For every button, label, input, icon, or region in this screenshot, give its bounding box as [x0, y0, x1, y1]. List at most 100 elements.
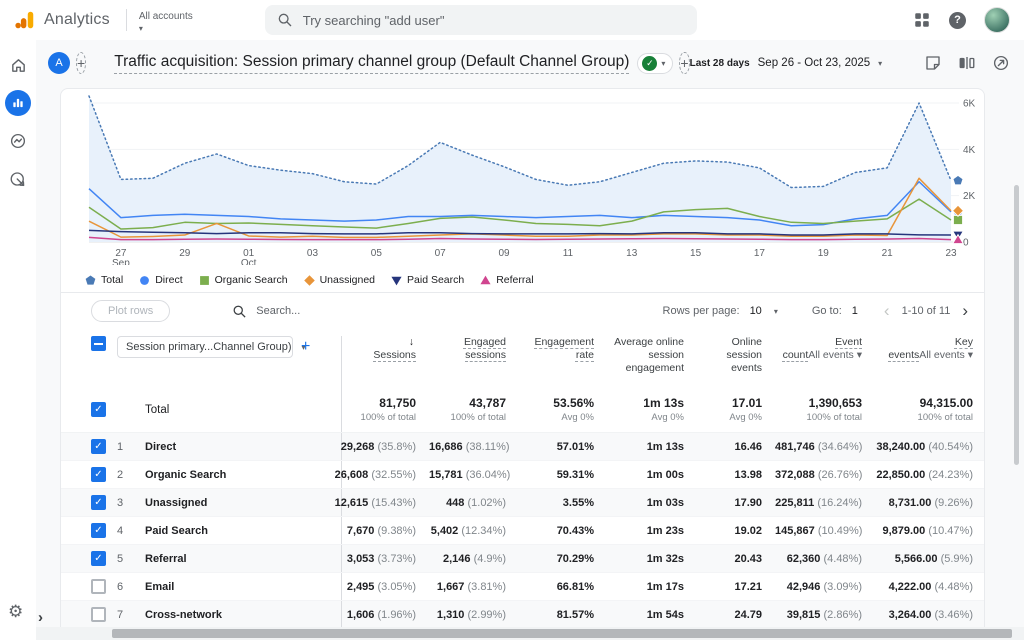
channel-label: Cross-network [145, 609, 341, 621]
metric-cell: 3,264.00 (3.46%) [875, 609, 985, 621]
horizontal-scrollbar-thumb[interactable] [112, 629, 1012, 638]
total-cell: 1,390,653100% of total [775, 396, 875, 423]
column-header-engagement-rate[interactable]: Engagement rate [519, 336, 607, 362]
row-index: 7 [117, 609, 145, 621]
sessions-trend-chart[interactable]: 02K4K6K27Sep2901Oct030507091113151719212… [67, 95, 979, 265]
legend-item-organic-search[interactable]: Organic Search [199, 274, 288, 286]
insights-icon[interactable] [992, 54, 1010, 72]
select-all-checkbox[interactable] [91, 336, 106, 351]
rows-per-page-select[interactable]: 10 [750, 305, 762, 317]
column-filter-select[interactable]: All events ▾ [808, 349, 862, 361]
svg-text:4K: 4K [963, 145, 976, 156]
legend-item-direct[interactable]: Direct [139, 274, 182, 286]
legend-item-total[interactable]: Total [85, 274, 123, 286]
legend-item-referral[interactable]: Referral [480, 274, 533, 286]
metric-value: 2,146 [443, 553, 471, 565]
metric-value: 3.55% [563, 497, 594, 509]
vertical-scrollbar[interactable] [1014, 185, 1019, 465]
search-placeholder: Try searching "add user" [303, 13, 445, 28]
svg-text:23: 23 [945, 248, 957, 259]
metric-percent: (24.23%) [925, 469, 973, 481]
nav-home-icon[interactable] [5, 52, 31, 78]
add-comparison-button[interactable]: + [679, 52, 689, 74]
total-row-checkbox[interactable]: ✓ [91, 402, 106, 417]
previous-page-icon[interactable]: ‹ [882, 301, 892, 321]
report-status-control[interactable]: ✓ ▾ [637, 53, 673, 74]
metric-cell: 481,746 (34.64%) [775, 441, 875, 453]
metric-cell: 5,402 (12.34%) [429, 525, 519, 537]
column-header-sessions[interactable]: ↓Sessions [341, 336, 429, 387]
metric-percent: (9.38%) [374, 525, 416, 537]
table-search-input[interactable]: Search... [232, 304, 300, 319]
nav-explore-icon[interactable] [5, 128, 31, 154]
metric-value: 17.21 [734, 581, 762, 593]
metric-percent: (5.9%) [938, 553, 973, 565]
column-header-label: Online session events [726, 336, 762, 374]
table-row-unassigned: ✓3Unassigned12,615 (15.43%)448 (1.02%)3.… [61, 489, 984, 517]
metric-cell: 1,667 (3.81%) [429, 581, 519, 593]
chevron-down-icon: ▾ [774, 307, 778, 316]
account-picker[interactable]: All accounts ▾ [139, 7, 193, 34]
apps-grid-icon[interactable] [913, 11, 931, 29]
column-header-engaged-sessions[interactable]: Engaged sessions [429, 336, 519, 362]
row-checkbox[interactable]: ✓ [91, 439, 106, 454]
metric-value: 13.98 [734, 469, 762, 481]
metric-percent: (3.46%) [931, 609, 973, 621]
nav-reports-icon[interactable] [5, 90, 31, 116]
chevron-down-icon: ▾ [878, 59, 882, 68]
channel-label: Organic Search [145, 469, 341, 481]
plot-rows-button[interactable]: Plot rows [91, 300, 170, 322]
add-workspace-button[interactable]: + [76, 52, 86, 74]
row-checkbox[interactable] [91, 579, 106, 594]
legend-item-unassigned[interactable]: Unassigned [304, 274, 375, 286]
report-title[interactable]: Traffic acquisition: Session primary cha… [114, 53, 629, 74]
admin-gear-icon[interactable]: ⚙ [8, 602, 23, 622]
row-checkbox[interactable]: ✓ [91, 467, 106, 482]
row-checkbox[interactable]: ✓ [91, 523, 106, 538]
rows-per-page-label: Rows per page: [663, 305, 740, 317]
total-cell: 94,315.00100% of total [875, 396, 985, 423]
top-app-bar: Analytics All accounts ▾ Try searching "… [0, 0, 1024, 40]
horizontal-scrollbar-track[interactable] [36, 627, 1024, 640]
metric-cell: 15,781 (36.04%) [429, 469, 519, 481]
row-checkbox[interactable]: ✓ [91, 551, 106, 566]
add-dimension-button[interactable]: + [301, 338, 310, 356]
go-to-input[interactable]: 1 [852, 305, 858, 317]
date-range-picker[interactable]: Sep 26 - Oct 23, 2025 [758, 57, 871, 69]
total-cell: 43,787100% of total [429, 396, 519, 423]
metric-value: 1,310 [437, 609, 465, 621]
metric-value: 42,946 [787, 581, 821, 593]
column-header-average-online-session-engagement[interactable]: Average online session engagement [607, 336, 697, 375]
row-checkbox[interactable]: ✓ [91, 495, 106, 510]
analytics-logo-icon [14, 9, 36, 31]
column-header-event-count[interactable]: Event countAll events ▾ [775, 336, 875, 362]
metric-percent: (4.48%) [820, 553, 862, 565]
chart-legend: Total Direct Organic Search Unassigned Paid … [61, 270, 984, 292]
table-row-cross-network: 7Cross-network1,606 (1.96%)1,310 (2.99%)… [61, 601, 984, 629]
table-row-direct: ✓1Direct29,268 (35.8%)16,686 (38.11%)57.… [61, 433, 984, 461]
column-header-label: Sessions [373, 349, 416, 362]
legend-item-paid-search[interactable]: Paid Search [391, 274, 464, 286]
help-icon[interactable]: ? [949, 12, 966, 29]
metric-value: 70.43% [557, 525, 594, 537]
svg-text:Sep: Sep [112, 258, 130, 265]
metric-value: 81.57% [557, 609, 594, 621]
compare-reports-icon[interactable] [958, 54, 976, 72]
metric-cell: 24.79 [697, 609, 775, 621]
column-filter-select[interactable]: All events ▾ [919, 349, 973, 361]
metric-value: 3,053 [347, 553, 375, 565]
column-header-online-session-events[interactable]: Online session events [697, 336, 775, 375]
metric-cell: 16.46 [697, 441, 775, 453]
metric-value: 1m 23s [647, 525, 684, 537]
global-search-input[interactable]: Try searching "add user" [265, 5, 697, 35]
column-header-key-events[interactable]: Key eventsAll events ▾ [875, 336, 985, 362]
next-page-icon[interactable]: › [960, 301, 970, 321]
dimension-selector[interactable]: Session primary...Channel Group) ▾ [117, 336, 293, 358]
user-avatar[interactable] [984, 7, 1010, 33]
metric-value: 1m 03s [647, 497, 684, 509]
notes-icon[interactable] [924, 54, 942, 72]
expand-nav-chevron-icon[interactable]: › [38, 609, 43, 626]
row-checkbox[interactable] [91, 607, 106, 622]
nav-advertising-icon[interactable] [5, 166, 31, 192]
workspace-avatar[interactable]: A [48, 52, 70, 74]
